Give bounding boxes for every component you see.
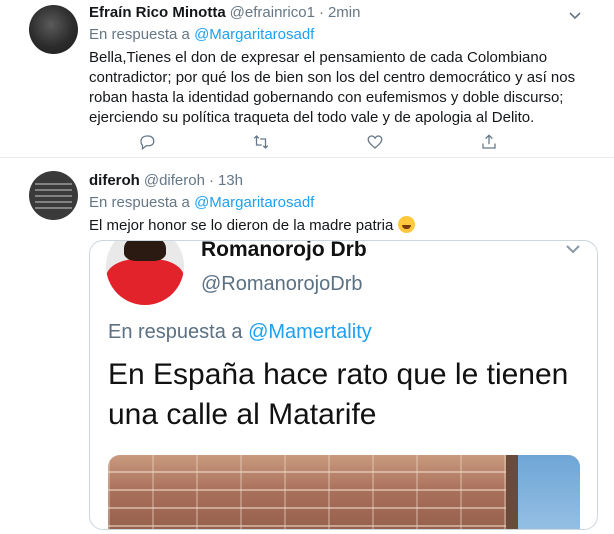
reply-mention-link[interactable]: @Margaritarosadf: [194, 26, 314, 43]
chevron-down-icon: [566, 245, 580, 254]
author-handle[interactable]: @diferoh: [144, 172, 205, 189]
avatar[interactable]: [29, 5, 78, 54]
embedded-author-name: Romanorojo Drb: [201, 240, 367, 261]
tweet-actions: [89, 132, 519, 152]
separator-dot: ·: [208, 172, 214, 189]
reply-context: En respuesta a @Margaritarosadf: [89, 194, 584, 211]
timestamp[interactable]: 2min: [328, 4, 361, 21]
embedded-reply-prefix: En respuesta a: [108, 321, 243, 343]
tweet-header: Efraín Rico Minotta @efrainrico1 · 2min: [89, 4, 584, 21]
tweet-text: Bella,Tienes el don de expresar el pensa…: [89, 49, 576, 126]
tweet-content: diferoh @diferoh · 13h En respuesta a @M…: [89, 172, 584, 236]
timestamp[interactable]: 13h: [218, 172, 243, 189]
share-icon: [482, 134, 496, 149]
embedded-photo: [108, 455, 580, 529]
tweet-media-image[interactable]: Romanorojo Drb @RomanorojoDrb En respues…: [89, 240, 598, 530]
like-button[interactable]: [365, 132, 385, 152]
embedded-author-handle: @RomanorojoDrb: [201, 273, 363, 295]
reply-button[interactable]: [137, 132, 157, 152]
tweet-header: diferoh @diferoh · 13h: [89, 172, 584, 189]
tweet-efrainrico1[interactable]: Efraín Rico Minotta @efrainrico1 · 2min …: [0, 0, 614, 158]
laughing-emoji-icon: [397, 216, 415, 233]
reply-context: En respuesta a @Margaritarosadf: [89, 26, 584, 43]
avatar[interactable]: [29, 171, 78, 220]
author-name[interactable]: Efraín Rico Minotta: [89, 4, 226, 21]
separator-dot: ·: [318, 4, 324, 21]
reply-prefix: En respuesta a: [89, 26, 190, 43]
tweet-text-line: El mejor honor se lo dieron de la madre …: [89, 216, 584, 236]
reply-icon: [140, 135, 155, 151]
retweet-button[interactable]: [251, 132, 271, 152]
embedded-reply-context: En respuesta a @Mamertality: [108, 321, 372, 344]
tweet-content: Efraín Rico Minotta @efrainrico1 · 2min …: [89, 4, 584, 128]
reply-mention-link[interactable]: @Margaritarosadf: [194, 194, 314, 211]
embedded-avatar: [106, 241, 184, 305]
author-handle[interactable]: @efrainrico1: [230, 4, 315, 21]
reply-prefix: En respuesta a: [89, 194, 190, 211]
like-icon: [367, 135, 383, 149]
chevron-down-icon[interactable]: [568, 8, 582, 22]
retweet-icon: [253, 135, 269, 149]
author-name[interactable]: diferoh: [89, 172, 140, 189]
embedded-tweet-text: En España hace rato que le tienen una ca…: [108, 358, 569, 431]
tweet-text: El mejor honor se lo dieron de la madre …: [89, 217, 394, 234]
share-button[interactable]: [479, 132, 499, 152]
embedded-reply-mention: @Mamertality: [248, 321, 372, 343]
